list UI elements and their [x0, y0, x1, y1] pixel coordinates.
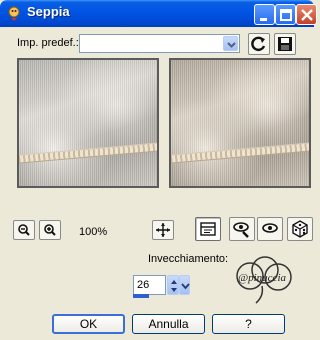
original-preview[interactable] — [17, 58, 159, 188]
eye-icon — [262, 223, 278, 233]
aging-label: Invecchiamento: — [148, 253, 229, 265]
logo-text: @pinuccia — [238, 272, 286, 284]
result-preview[interactable] — [169, 58, 311, 188]
minimize-icon — [260, 18, 267, 21]
zoom-out-button[interactable] — [13, 220, 35, 240]
pinuccia-logo: @pinuccia — [232, 256, 296, 306]
result-preview-image — [171, 60, 309, 186]
aging-slider-fill — [133, 294, 149, 298]
original-preview-image — [19, 60, 157, 186]
maximize-button[interactable] — [275, 4, 296, 25]
app-icon — [6, 5, 22, 21]
randomize-button[interactable] — [287, 217, 313, 241]
proof-button[interactable] — [229, 217, 255, 241]
chevron-down-icon — [181, 283, 190, 290]
refresh-icon — [251, 36, 266, 52]
preview-window-icon — [200, 222, 216, 236]
preview-toggle-button[interactable] — [195, 217, 221, 241]
preset-dropdown[interactable] — [79, 34, 240, 53]
save-preset-button[interactable] — [274, 33, 296, 55]
zoom-out-icon — [18, 224, 30, 236]
close-icon — [301, 9, 313, 21]
zoom-in-icon — [44, 224, 56, 236]
preset-label: Imp. predef.: — [17, 37, 79, 49]
floppy-disk-icon — [278, 37, 292, 51]
chevron-down-icon[interactable] — [223, 36, 238, 51]
cancel-button[interactable]: Annulla — [132, 314, 205, 334]
aging-input[interactable]: 26 — [133, 275, 166, 295]
eye-dropper-icon — [233, 222, 249, 238]
reset-preset-button[interactable] — [248, 33, 270, 55]
zoom-in-button[interactable] — [39, 220, 61, 240]
sepia-dialog: Seppia Imp. predef.: 100% Invecchiamento… — [0, 0, 317, 340]
window-title: Seppia — [27, 4, 70, 19]
close-button[interactable] — [296, 4, 317, 25]
ok-button[interactable]: OK — [52, 314, 125, 334]
aging-slider-dropdown[interactable] — [179, 275, 190, 295]
title-bar[interactable]: Seppia — [0, 0, 317, 27]
aging-value: 26 — [137, 279, 150, 291]
pan-button[interactable] — [152, 220, 174, 240]
minimize-button[interactable] — [254, 4, 275, 25]
aging-spinner[interactable] — [167, 275, 179, 295]
move-arrows-icon — [156, 223, 170, 237]
help-button[interactable]: ? — [212, 314, 285, 334]
zoom-level: 100% — [79, 226, 108, 238]
dice-icon — [292, 220, 308, 238]
maximize-icon — [280, 9, 292, 21]
auto-proof-button[interactable] — [257, 217, 283, 241]
